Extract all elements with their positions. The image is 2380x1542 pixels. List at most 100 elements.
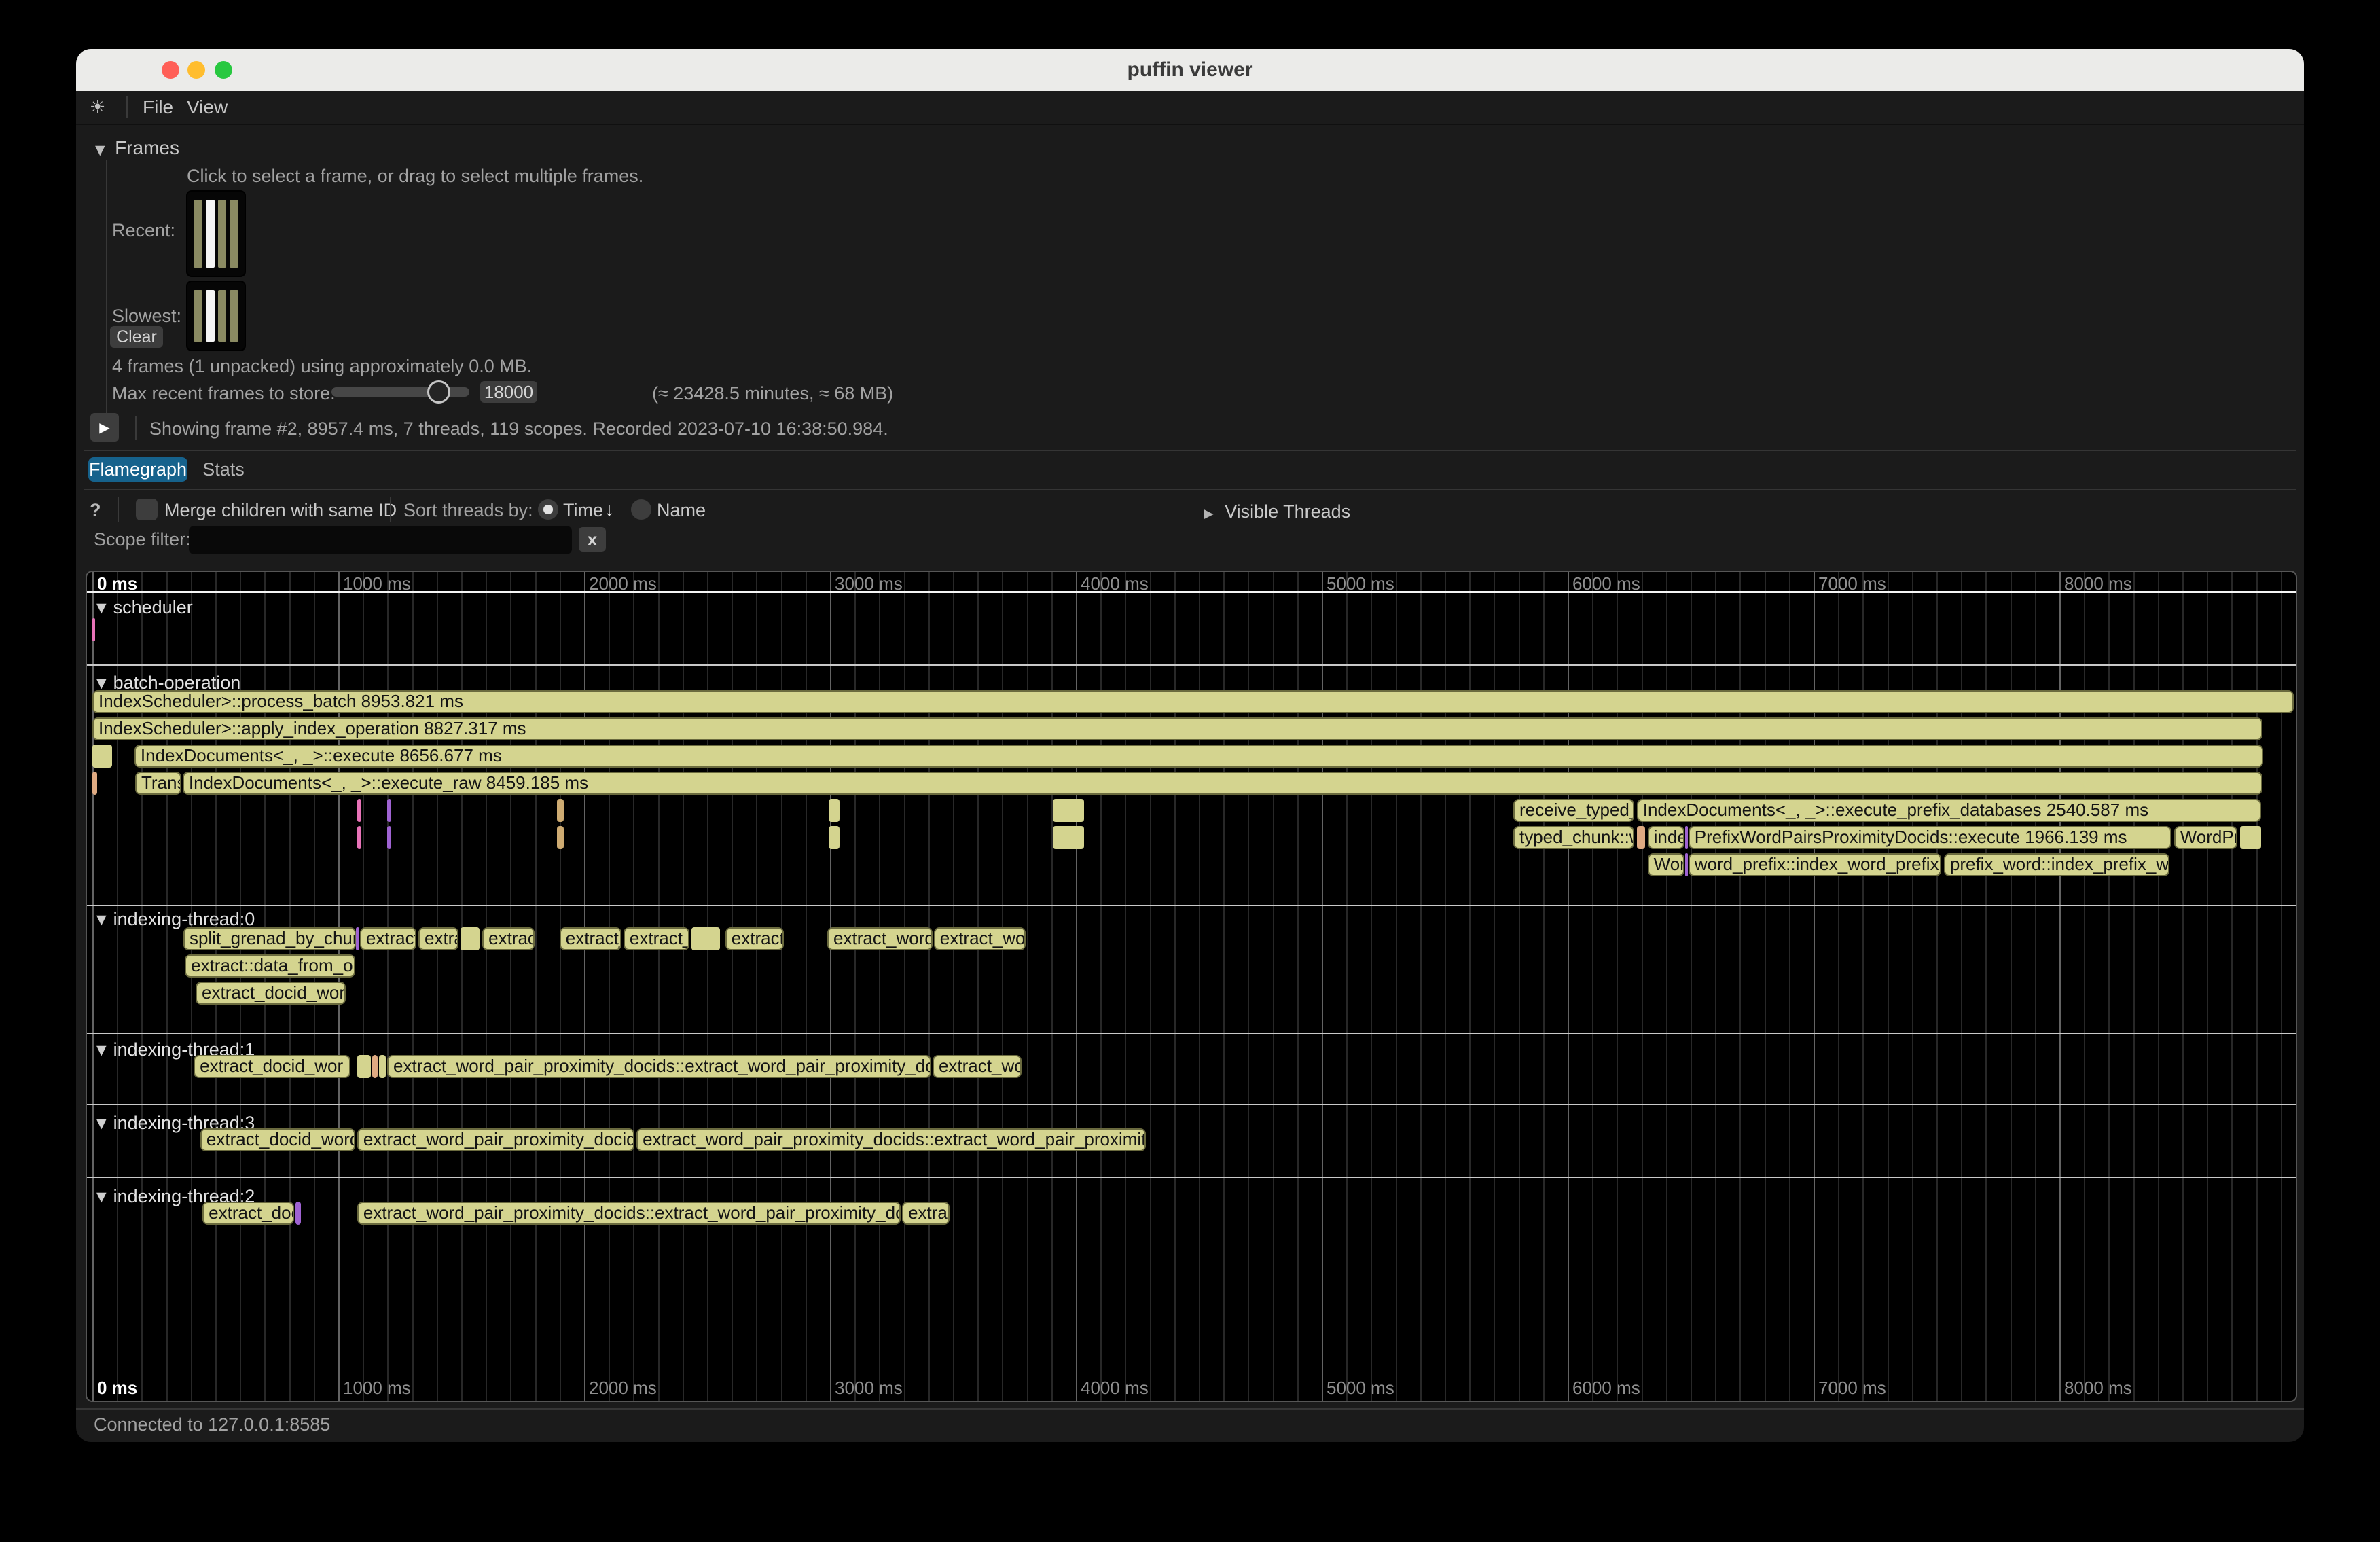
scope-bar[interactable] (357, 799, 361, 822)
sort-time-label: Time (563, 500, 603, 521)
scope-filter-input[interactable] (189, 526, 572, 554)
clear-filter-button[interactable]: x (579, 527, 606, 552)
scope-bar[interactable] (387, 826, 391, 849)
scope-bar[interactable]: extra (418, 927, 458, 950)
max-frames-value[interactable]: 18000 (480, 381, 537, 403)
separator (84, 450, 2296, 451)
slider-knob[interactable] (427, 380, 450, 404)
frames-collapse-header[interactable]: ▼ Frames (95, 137, 179, 159)
separator (84, 489, 2296, 490)
scope-bar[interactable] (691, 927, 720, 950)
scope-bar[interactable]: typed_chunk::w (1513, 826, 1634, 849)
tab-stats[interactable]: Stats (202, 457, 245, 482)
frame-thumbnail-bar (206, 290, 215, 342)
scope-bar[interactable]: extrac (902, 1202, 950, 1225)
scope-bar[interactable]: extract_word_pair_proximity_docids::extr… (357, 1202, 901, 1225)
help-button[interactable]: ? (90, 500, 101, 521)
separator (76, 1408, 2304, 1410)
visible-threads-collapse-header[interactable]: ▶ Visible Threads (1204, 501, 1350, 522)
scope-bar[interactable] (357, 1055, 371, 1078)
scope-bar[interactable]: WordPr (2174, 826, 2237, 849)
chevron-down-icon: ▼ (96, 912, 107, 927)
recent-frames-thumbnail[interactable] (186, 190, 246, 277)
scope-bar[interactable]: IndexDocuments<_, _>::execute_prefix_dat… (1637, 799, 2262, 822)
scope-bar[interactable] (92, 618, 95, 641)
scope-bar[interactable] (387, 799, 391, 822)
scope-bar[interactable]: extract_wo (933, 1055, 1022, 1078)
scope-bar[interactable]: IndexScheduler>::process_batch 8953.821 … (92, 690, 2294, 713)
scope-bar[interactable]: extract_word (827, 927, 933, 950)
scope-bar[interactable]: extract::data_from_ob (185, 954, 355, 978)
scope-bar[interactable]: extract_wo (934, 927, 1026, 950)
theme-sun-icon[interactable]: ☀ (90, 91, 105, 124)
scope-bar[interactable] (557, 799, 564, 822)
recent-label: Recent: (112, 220, 175, 241)
sort-name-radio[interactable] (631, 499, 651, 520)
scope-bar[interactable]: extract_word_pair_proximity_docids::extr… (387, 1055, 931, 1078)
thread-section-separator (87, 905, 2296, 906)
sort-time-radio[interactable] (538, 499, 558, 520)
frame-thumbnail-bar (194, 200, 202, 268)
menu-file[interactable]: File (143, 91, 173, 124)
scope-bar[interactable] (829, 799, 840, 822)
scope-bar[interactable] (1685, 853, 1688, 876)
scope-bar[interactable]: extract_word_pair_proximity_docids::extr… (636, 1128, 1146, 1151)
scope-bar[interactable] (1053, 826, 1084, 849)
scope-bar[interactable] (372, 1055, 378, 1078)
scope-bar[interactable]: Word (1648, 853, 1684, 876)
scope-bar[interactable]: prefix_word::index_prefix_wo (1944, 853, 2169, 876)
tab-flamegraph[interactable]: Flamegraph (88, 457, 187, 482)
scope-bar[interactable] (356, 927, 359, 950)
scope-bar[interactable]: extract_doc (202, 1202, 294, 1225)
scope-bar[interactable]: extract_ (560, 927, 621, 950)
thread-header-scheduler[interactable]: ▼scheduler (96, 597, 193, 618)
scope-bar[interactable]: IndexDocuments<_, _>::execute_raw 8459.1… (183, 772, 2262, 795)
scope-bar[interactable]: extract_word_pair_proximity_docids (357, 1128, 634, 1151)
scope-bar[interactable]: split_grenad_by_chun (183, 927, 356, 950)
time-axis-label: 4000 ms (1081, 573, 1149, 594)
scope-bar[interactable]: IndexDocuments<_, _>::execute 8656.677 m… (134, 745, 2263, 768)
frames-hint: Click to select a frame, or drag to sele… (187, 166, 643, 187)
scope-bar[interactable]: Trans (135, 772, 181, 795)
time-axis-label: 5000 ms (1327, 1378, 1394, 1399)
scope-bar[interactable] (557, 826, 564, 849)
scope-bar[interactable] (92, 745, 112, 768)
frame-thumbnail-bar (230, 290, 238, 342)
sort-direction-arrow-icon: ↓ (605, 499, 614, 520)
clear-button[interactable]: Clear (110, 326, 163, 348)
scope-bar[interactable] (1685, 826, 1688, 849)
thread-section-separator (87, 664, 2296, 666)
scope-bar[interactable] (357, 826, 361, 849)
scope-bar[interactable] (1053, 799, 1084, 822)
merge-children-checkbox[interactable] (136, 499, 158, 520)
chevron-down-icon: ▼ (96, 1116, 107, 1131)
scope-bar[interactable]: extract_docid_wor (194, 1055, 350, 1078)
menu-view[interactable]: View (187, 91, 228, 124)
scope-bar[interactable]: index (1648, 826, 1684, 849)
scope-bar[interactable] (2240, 826, 2261, 849)
scope-bar[interactable] (379, 1055, 386, 1078)
frame-thumbnail-bar (218, 200, 227, 268)
scope-bar[interactable] (829, 826, 840, 849)
scope-bar[interactable]: word_prefix::index_word_prefix_ (1689, 853, 1941, 876)
scope-bar[interactable]: extract (360, 927, 416, 950)
slowest-frames-thumbnail[interactable] (186, 281, 246, 351)
max-frames-estimate: (≈ 23428.5 minutes, ≈ 68 MB) (652, 383, 893, 404)
scope-bar[interactable]: receive_typed_ (1513, 799, 1634, 822)
scope-bar[interactable]: extract_ (624, 927, 689, 950)
scope-bar[interactable]: IndexScheduler>::apply_index_operation 8… (92, 717, 2262, 740)
flamegraph-canvas[interactable]: ▼scheduler▼batch-operationIndexScheduler… (86, 571, 2297, 1402)
scope-bar[interactable]: extract_docid_word (200, 1128, 355, 1151)
scope-bar[interactable] (461, 927, 480, 950)
scope-bar[interactable] (295, 1202, 301, 1225)
thread-section-separator (87, 1033, 2296, 1034)
scope-bar[interactable] (1637, 826, 1645, 849)
scope-bar[interactable]: PrefixWordPairsProximityDocids::execute … (1689, 826, 2172, 849)
scope-bar[interactable]: extract (725, 927, 784, 950)
scope-bar[interactable]: extrac (482, 927, 535, 950)
time-axis-label: 3000 ms (835, 1378, 903, 1399)
play-button[interactable]: ▶ (90, 413, 119, 442)
scope-bar[interactable] (92, 772, 97, 795)
scope-bar[interactable]: extract_docid_wor (196, 982, 346, 1005)
max-frames-label: Max recent frames to store: (112, 383, 336, 404)
